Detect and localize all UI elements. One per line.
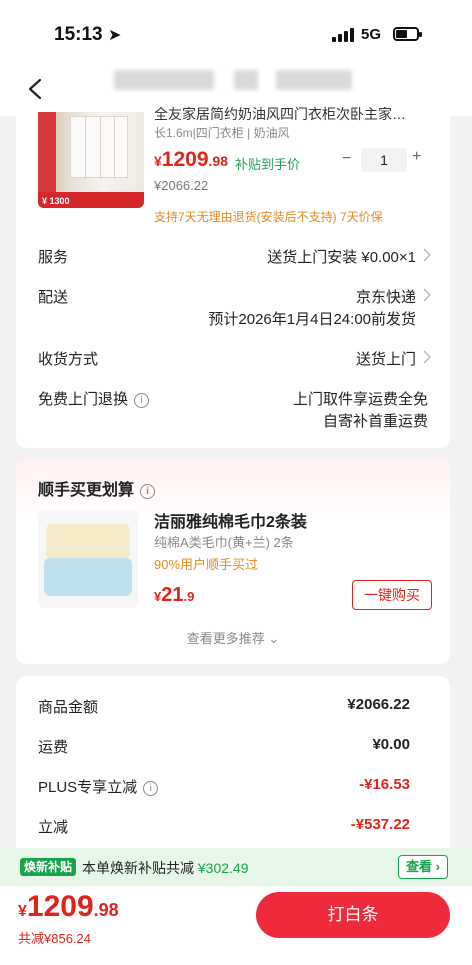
subsidy-badge: 焕新补贴	[20, 858, 77, 876]
total-price: ¥1209.98	[18, 890, 119, 923]
blurred-title	[114, 70, 214, 90]
quantity-minus-button[interactable]: −	[342, 150, 351, 168]
product-price: ¥1209.98	[154, 148, 228, 171]
network-type: 5G	[361, 26, 382, 43]
subsidy-bar: 焕新补贴 本单焕新补贴共减 ¥302.49 查看 ›	[0, 848, 472, 886]
recommend-item-price: ¥21.9	[154, 584, 195, 606]
product-image[interactable]: ¥ 1300	[38, 112, 144, 208]
total-saved: 共减¥856.24	[18, 931, 91, 946]
plus-discount-label: PLUS专享立减 i	[38, 776, 159, 797]
view-subsidy-button[interactable]: 查看 ›	[398, 855, 448, 879]
towel-image[interactable]	[38, 510, 138, 608]
original-price: ¥2066.22	[154, 178, 209, 193]
product-title[interactable]: 全友家居简约奶油风四门衣柜次卧主家…	[154, 104, 434, 124]
receive-value: 送货上门	[355, 351, 416, 368]
status-time: 15:13	[54, 24, 103, 45]
shipping-value: ¥0.00	[372, 736, 410, 753]
delivery-eta: 预计2026年1月4日24:00前发货	[208, 311, 416, 328]
recommend-item-name[interactable]: 洁丽雅纯棉毛巾2条装	[154, 508, 307, 532]
quantity-plus-button[interactable]: +	[412, 148, 421, 166]
thumb-price-tag: ¥ 1300	[42, 196, 70, 206]
product-spec: 长1.6m|四门衣柜 | 奶油风	[154, 126, 290, 140]
back-icon[interactable]	[26, 78, 46, 100]
chevron-down-icon: ⌄	[268, 631, 280, 646]
blurred-title	[234, 70, 258, 90]
more-recommend-link[interactable]: 查看更多推荐 ⌄	[16, 628, 450, 647]
location-arrow-icon: ➤	[108, 27, 122, 44]
info-icon[interactable]: i	[140, 484, 156, 499]
service-value: 送货上门安装 ¥0.00×1	[267, 249, 416, 266]
return-value: 上门取件享运费全免	[292, 391, 428, 408]
blurred-title	[276, 70, 352, 90]
service-note: 支持7天无理由退货(安装后不支持) 7天价保	[154, 210, 383, 224]
shipping-label: 运费	[38, 739, 69, 756]
discount-label: 立减	[38, 819, 69, 836]
chevron-right-icon	[423, 350, 432, 364]
bottom-bar: ¥1209.98 共减¥856.24 打白条	[0, 886, 472, 965]
subsidy-text: 本单焕新补贴共减 ¥302.49	[82, 860, 249, 876]
quantity-input[interactable]: 1	[361, 148, 407, 172]
recommend-title: 顺手买更划算 i	[38, 476, 156, 500]
delivery-label: 配送	[38, 289, 69, 306]
battery-icon	[393, 27, 422, 41]
info-icon[interactable]: i	[134, 393, 150, 408]
discount-value: -¥537.22	[350, 816, 410, 833]
chevron-right-icon	[423, 288, 432, 302]
delivery-value: 京东快递	[355, 289, 416, 306]
summary-card: 商品金额 ¥2066.22 运费 ¥0.00 PLUS专享立减 i -¥16.53…	[16, 676, 450, 856]
goods-amount-value: ¥2066.22	[347, 696, 410, 713]
goods-amount-label: 商品金额	[38, 699, 99, 716]
subsidy-price-label: 补贴到手价	[235, 157, 301, 172]
plus-discount-value: -¥16.53	[359, 776, 410, 793]
receive-label: 收货方式	[38, 351, 99, 368]
pay-button[interactable]: 打白条	[256, 892, 450, 938]
service-label: 服务	[38, 249, 69, 266]
product-card: ¥ 1300 全友家居简约奶油风四门衣柜次卧主家… 长1.6m|四门衣柜 | 奶…	[16, 106, 450, 448]
return-value-2: 自寄补首重运费	[322, 413, 428, 430]
one-click-buy-button[interactable]: 一键购买	[352, 580, 432, 610]
chevron-right-icon: ›	[432, 859, 440, 874]
recommend-card: 顺手买更划算 i 洁丽雅纯棉毛巾2条装 纯棉A类毛巾(黄+兰) 2条 90%用户顺…	[16, 460, 450, 664]
chevron-right-icon	[423, 248, 432, 262]
return-label: 免费上门退换 i	[38, 388, 150, 409]
recommend-item-spec: 纯棉A类毛巾(黄+兰) 2条	[154, 535, 294, 550]
recommend-item-rate: 90%用户顺手买过	[154, 557, 259, 572]
signal-icon	[332, 28, 354, 42]
info-icon[interactable]: i	[143, 781, 159, 796]
